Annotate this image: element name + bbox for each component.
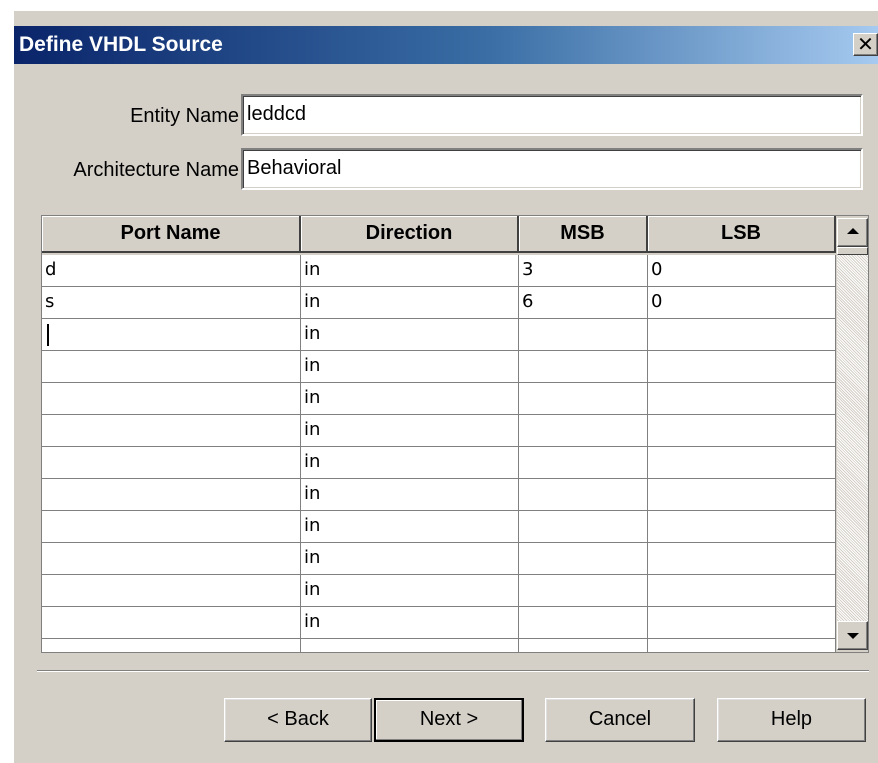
- table-row[interactable]: in: [42, 447, 836, 479]
- table-row[interactable]: [42, 639, 836, 652]
- direction-cell[interactable]: in: [301, 351, 519, 383]
- direction-cell[interactable]: in: [301, 511, 519, 543]
- msb-cell[interactable]: [519, 383, 648, 415]
- table-row[interactable]: d in 3 0: [42, 255, 836, 287]
- scroll-down-button[interactable]: [837, 621, 868, 650]
- table-row[interactable]: s in 6 0: [42, 287, 836, 319]
- table-row[interactable]: in: [42, 319, 836, 351]
- msb-cell[interactable]: [519, 575, 648, 607]
- lsb-cell[interactable]: 0: [648, 255, 836, 287]
- table-row[interactable]: in: [42, 607, 836, 639]
- port-name-cell[interactable]: [42, 511, 301, 543]
- architecture-name-input[interactable]: Behavioral: [241, 148, 863, 190]
- port-name-cell[interactable]: [42, 447, 301, 479]
- lsb-cell[interactable]: [648, 607, 836, 639]
- lsb-cell[interactable]: [648, 543, 836, 575]
- direction-cell[interactable]: in: [301, 575, 519, 607]
- next-button[interactable]: Next >: [374, 698, 524, 742]
- help-button[interactable]: Help: [717, 698, 866, 742]
- lsb-cell[interactable]: [648, 479, 836, 511]
- back-button[interactable]: < Back: [224, 698, 372, 742]
- table-row[interactable]: in: [42, 383, 836, 415]
- msb-cell[interactable]: 6: [519, 287, 648, 319]
- column-header-msb[interactable]: MSB: [519, 216, 648, 253]
- lsb-cell[interactable]: [648, 383, 836, 415]
- msb-cell[interactable]: [519, 639, 648, 652]
- table-row[interactable]: in: [42, 575, 836, 607]
- define-vhdl-source-dialog: Define VHDL Source ✕ Entity Name leddcd …: [13, 10, 878, 763]
- entity-name-input[interactable]: leddcd: [241, 94, 863, 136]
- vertical-scrollbar[interactable]: [837, 218, 868, 650]
- close-icon: ✕: [857, 32, 874, 56]
- msb-cell[interactable]: [519, 479, 648, 511]
- port-name-cell[interactable]: [42, 351, 301, 383]
- architecture-name-label: Architecture Name: [73, 159, 239, 181]
- entity-name-label: Entity Name: [130, 105, 239, 127]
- title-bar[interactable]: Define VHDL Source ✕: [14, 26, 878, 64]
- port-name-cell[interactable]: [42, 639, 301, 652]
- msb-cell[interactable]: [519, 447, 648, 479]
- port-name-cell[interactable]: [42, 383, 301, 415]
- msb-cell[interactable]: [519, 543, 648, 575]
- port-name-cell[interactable]: [42, 575, 301, 607]
- direction-cell[interactable]: in: [301, 255, 519, 287]
- direction-cell[interactable]: in: [301, 543, 519, 575]
- lsb-cell[interactable]: 0: [648, 287, 836, 319]
- text-cursor: [47, 324, 49, 346]
- direction-cell[interactable]: in: [301, 415, 519, 447]
- lsb-cell[interactable]: [648, 447, 836, 479]
- msb-cell[interactable]: [519, 511, 648, 543]
- scroll-up-arrow-icon: [847, 228, 859, 234]
- port-name-cell[interactable]: [42, 479, 301, 511]
- dialog-title: Define VHDL Source: [19, 33, 223, 56]
- separator-line: [37, 670, 869, 672]
- direction-cell[interactable]: in: [301, 383, 519, 415]
- table-row[interactable]: in: [42, 479, 836, 511]
- direction-cell[interactable]: in: [301, 479, 519, 511]
- port-name-cell[interactable]: [42, 607, 301, 639]
- direction-cell[interactable]: [301, 639, 519, 652]
- port-name-cell[interactable]: s: [42, 287, 301, 319]
- column-header-port-name[interactable]: Port Name: [42, 216, 301, 253]
- direction-cell[interactable]: in: [301, 447, 519, 479]
- msb-cell[interactable]: [519, 351, 648, 383]
- cancel-button[interactable]: Cancel: [545, 698, 695, 742]
- column-header-direction[interactable]: Direction: [301, 216, 519, 253]
- table-row[interactable]: in: [42, 543, 836, 575]
- table-row[interactable]: in: [42, 415, 836, 447]
- lsb-cell[interactable]: [648, 575, 836, 607]
- scroll-up-button[interactable]: [837, 218, 868, 247]
- msb-cell[interactable]: [519, 607, 648, 639]
- table-row[interactable]: in: [42, 351, 836, 383]
- lsb-cell[interactable]: [648, 351, 836, 383]
- msb-cell[interactable]: [519, 319, 648, 351]
- msb-cell[interactable]: 3: [519, 255, 648, 287]
- table-row[interactable]: in: [42, 511, 836, 543]
- lsb-cell[interactable]: [648, 639, 836, 652]
- lsb-cell[interactable]: [648, 319, 836, 351]
- ports-grid: Port Name Direction MSB LSB d in 3 0 s in 6 0 in…: [41, 215, 869, 653]
- msb-cell[interactable]: [519, 415, 648, 447]
- scroll-down-arrow-icon: [847, 633, 859, 639]
- lsb-cell[interactable]: [648, 415, 836, 447]
- port-name-cell[interactable]: [42, 319, 301, 351]
- port-name-cell[interactable]: [42, 415, 301, 447]
- scroll-thumb[interactable]: [837, 247, 868, 255]
- lsb-cell[interactable]: [648, 511, 836, 543]
- port-name-cell[interactable]: [42, 543, 301, 575]
- direction-cell[interactable]: in: [301, 607, 519, 639]
- close-button[interactable]: ✕: [853, 33, 878, 56]
- direction-cell[interactable]: in: [301, 287, 519, 319]
- direction-cell[interactable]: in: [301, 319, 519, 351]
- port-name-cell[interactable]: d: [42, 255, 301, 287]
- column-header-lsb[interactable]: LSB: [648, 216, 836, 253]
